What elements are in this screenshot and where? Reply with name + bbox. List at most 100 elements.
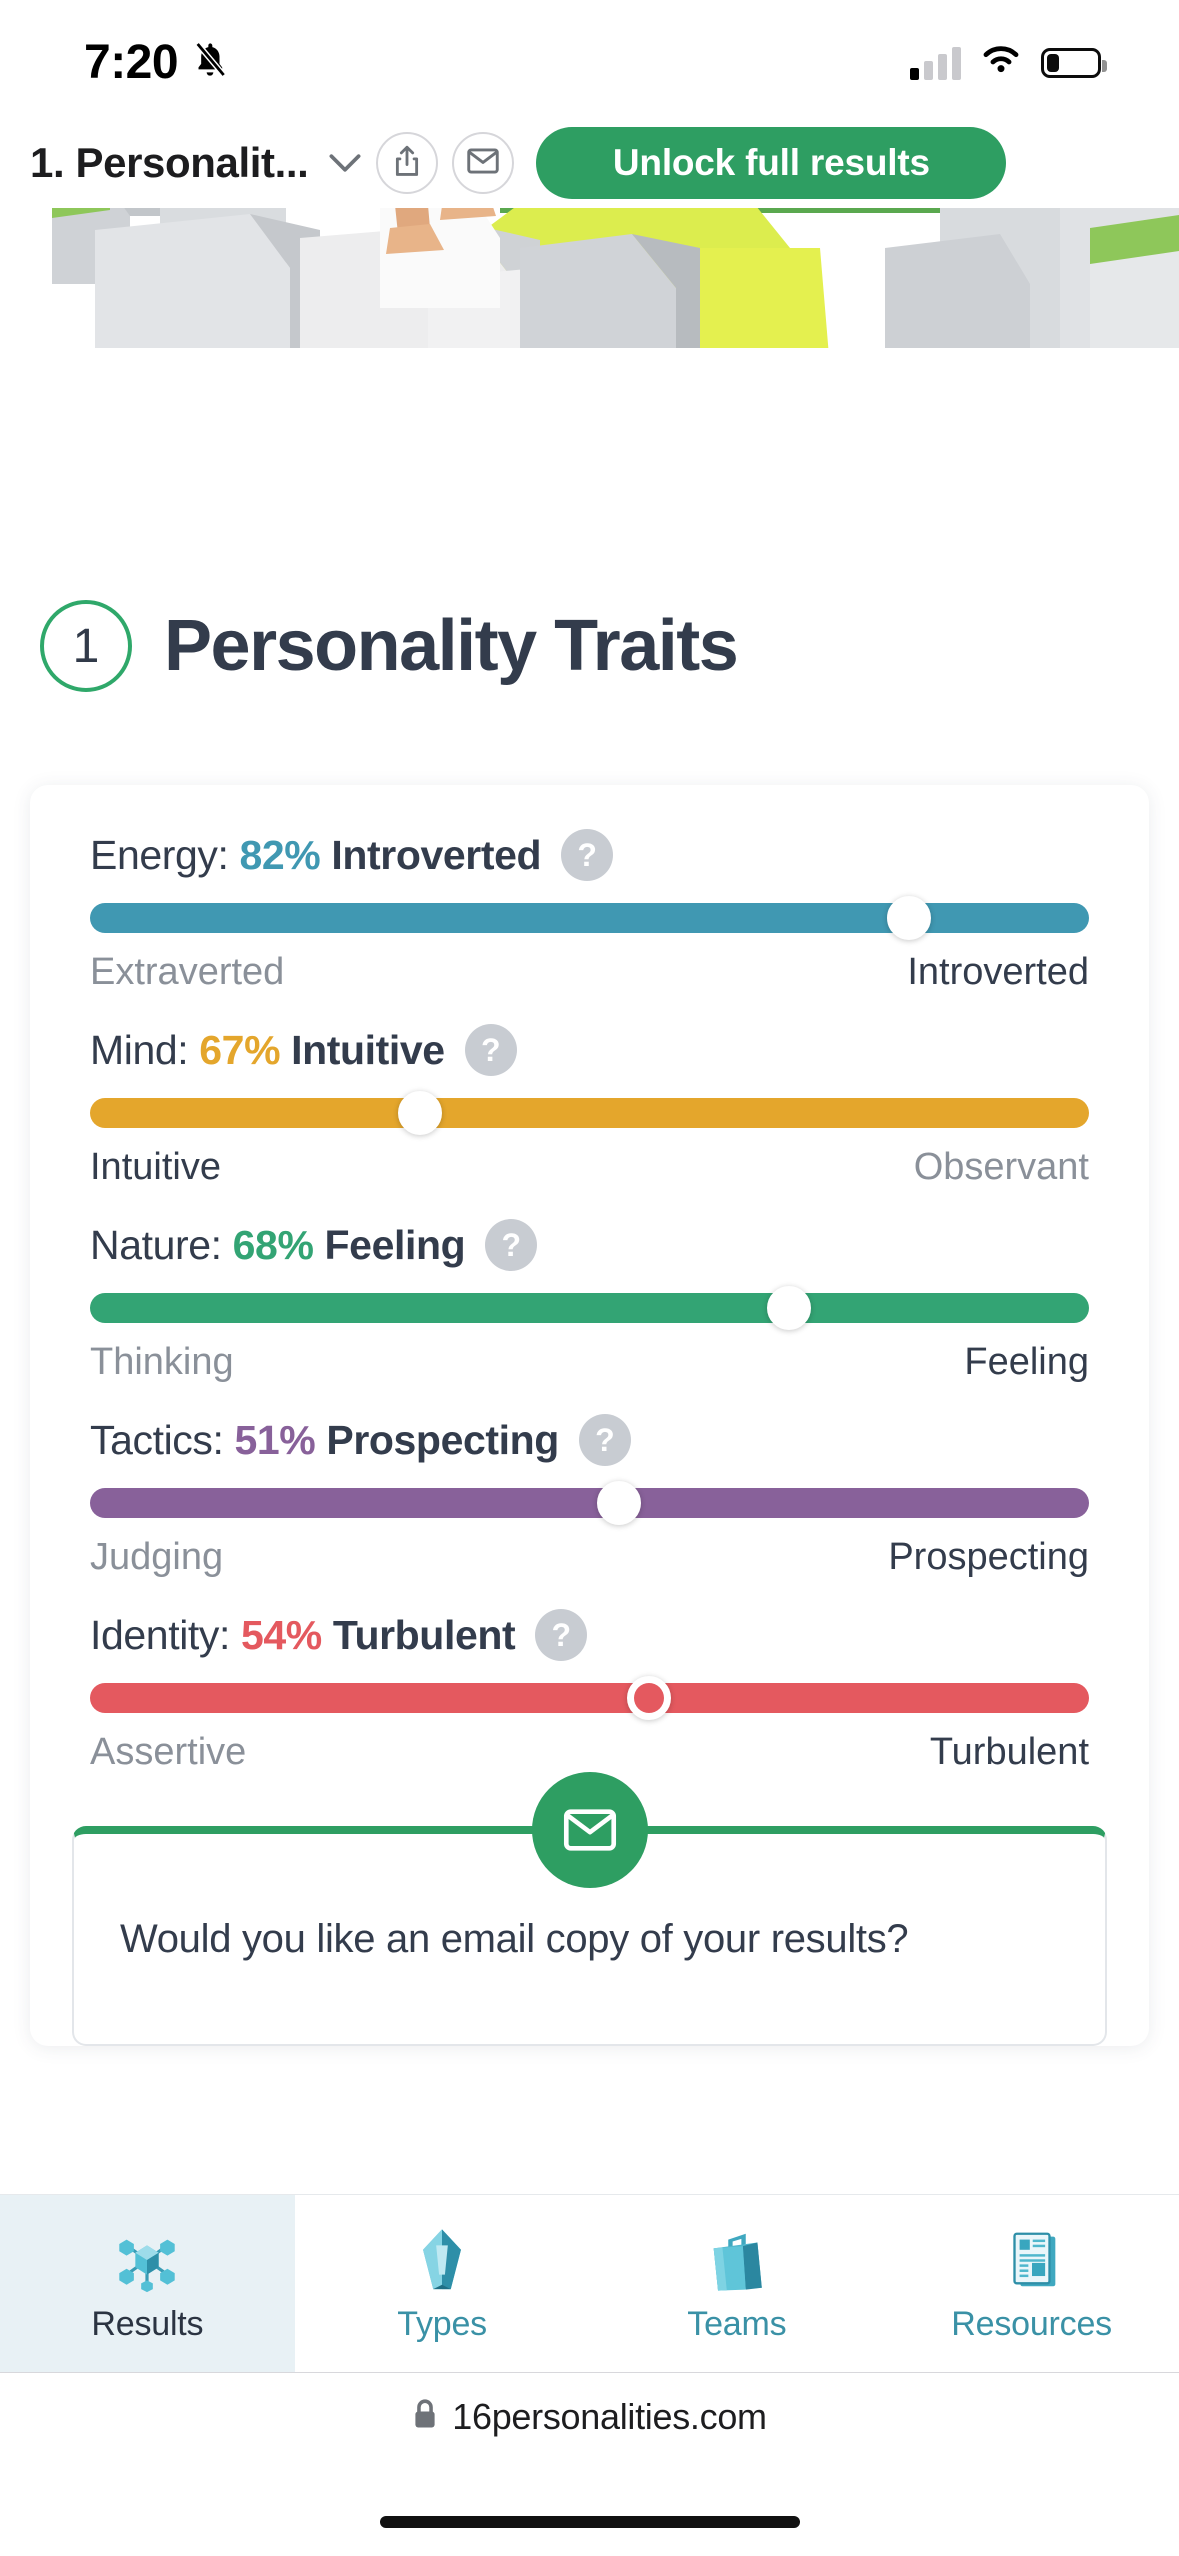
trait-row-energy: Energy: 82% Introverted ? Extraverted In… [90, 829, 1089, 994]
trait-header: Nature: 68% Feeling ? [90, 1219, 1089, 1271]
unlock-full-results-button[interactable]: Unlock full results [536, 127, 1007, 199]
page-title-row: 1 Personality Traits [40, 600, 1139, 692]
tab-types[interactable]: Types [295, 2195, 590, 2372]
status-bar-right [910, 43, 1107, 82]
pole-label-right: Prospecting [888, 1536, 1089, 1578]
help-icon[interactable]: ? [535, 1609, 588, 1661]
slider-thumb[interactable] [767, 1286, 812, 1330]
pole-label-right: Feeling [964, 1341, 1089, 1383]
trait-percent: 68% [232, 1221, 314, 1268]
slider-thumb[interactable] [887, 896, 932, 940]
trait-pole-labels: Assertive Turbulent [90, 1731, 1089, 1774]
chevron-down-icon[interactable] [328, 146, 362, 180]
trait-percent: 51% [234, 1416, 316, 1463]
envelope-icon [467, 147, 500, 180]
trait-pole-labels: Intuitive Observant [90, 1146, 1089, 1189]
trait-pole-labels: Judging Prospecting [90, 1536, 1089, 1579]
trait-header: Energy: 82% Introverted ? [90, 829, 1089, 881]
slider-thumb[interactable] [627, 1676, 672, 1720]
documents-icon [995, 2223, 1069, 2297]
trait-row-mind: Mind: 67% Intuitive ? Intuitive Observan… [90, 1024, 1089, 1189]
tab-teams[interactable]: Teams [590, 2195, 885, 2372]
pole-label-left: Judging [90, 1536, 224, 1578]
trait-percent: 54% [240, 1611, 322, 1658]
page-tab-title[interactable]: 1. Personalit... [30, 139, 309, 187]
trait-percent: 67% [199, 1026, 281, 1073]
slider-track [90, 1488, 1089, 1518]
slider-track [90, 1098, 1089, 1128]
email-copy-card: Would you like an email copy of your res… [72, 1772, 1107, 2046]
trait-slider-nature[interactable] [90, 1286, 1089, 1330]
pole-label-left: Extraverted [90, 951, 285, 993]
help-icon[interactable]: ? [464, 1024, 517, 1076]
tab-label: Teams [687, 2305, 787, 2343]
pole-label-right: Turbulent [929, 1731, 1089, 1773]
status-time: 7:20 [84, 36, 179, 89]
mail-button[interactable] [452, 132, 515, 194]
browser-url-bar[interactable]: 16personalities.com [0, 2372, 1179, 2460]
help-icon[interactable]: ? [561, 829, 614, 881]
wifi-icon [979, 43, 1023, 82]
section-number-badge: 1 [40, 600, 132, 692]
pole-label-left: Assertive [90, 1731, 247, 1773]
trait-pole: Feeling [324, 1221, 466, 1268]
trait-header: Mind: 67% Intuitive ? [90, 1024, 1089, 1076]
trait-pole: Intuitive [291, 1026, 445, 1073]
personality-traits-card: Energy: 82% Introverted ? Extraverted In… [30, 785, 1149, 2046]
trait-title-mind: Mind: 67% Intuitive [90, 1026, 445, 1073]
trait-slider-identity[interactable] [90, 1676, 1089, 1720]
pole-label-right: Observant [913, 1146, 1089, 1188]
trait-header: Identity: 54% Turbulent ? [90, 1609, 1089, 1661]
molecule-icon [110, 2223, 184, 2297]
share-icon [392, 144, 422, 183]
trait-pole-labels: Thinking Feeling [90, 1341, 1089, 1384]
trait-pole: Turbulent [332, 1611, 516, 1658]
trait-slider-mind[interactable] [90, 1091, 1089, 1135]
status-bar-left: 7:20 [84, 35, 230, 90]
slider-thumb[interactable] [397, 1091, 442, 1135]
cellular-signal-icon [910, 46, 961, 80]
lock-icon [412, 2398, 438, 2435]
trait-slider-energy[interactable] [90, 896, 1089, 940]
help-icon[interactable]: ? [485, 1219, 538, 1271]
trait-header: Tactics: 51% Prospecting ? [90, 1414, 1089, 1466]
bell-slash-icon [190, 39, 230, 86]
hero-artwork [0, 208, 1179, 348]
share-button[interactable] [376, 132, 439, 194]
tab-resources[interactable]: Resources [884, 2195, 1179, 2372]
briefcase-icon [700, 2223, 774, 2297]
battery-low-icon [1041, 47, 1107, 78]
trait-pole-labels: Extraverted Introverted [90, 951, 1089, 994]
tab-results[interactable]: Results [0, 2195, 295, 2372]
pole-label-right: Introverted [907, 951, 1089, 993]
trait-row-identity: Identity: 54% Turbulent ? Assertive Turb… [90, 1609, 1089, 1774]
slider-thumb[interactable] [597, 1481, 642, 1525]
trait-percent: 82% [239, 831, 321, 878]
tab-label: Resources [951, 2305, 1112, 2343]
trait-title-identity: Identity: 54% Turbulent [90, 1611, 516, 1658]
trait-title-nature: Nature: 68% Feeling [90, 1221, 466, 1268]
trait-row-tactics: Tactics: 51% Prospecting ? Judging Prosp… [90, 1414, 1089, 1579]
crystal-icon [405, 2223, 479, 2297]
slider-track [90, 1683, 1089, 1713]
pole-label-left: Intuitive [90, 1146, 221, 1188]
status-bar: 7:20 [0, 0, 1179, 125]
help-icon[interactable]: ? [578, 1414, 631, 1466]
tab-label: Types [397, 2305, 487, 2343]
browser-app-bar: 1. Personalit... Unlock full results [0, 118, 1179, 208]
page-title: Personality Traits [164, 606, 739, 686]
envelope-icon [531, 1772, 648, 1888]
email-question-text: Would you like an email copy of your res… [120, 1917, 909, 1961]
home-indicator [379, 2516, 800, 2528]
hero-illustration [0, 208, 1179, 348]
bottom-tab-bar: Results Types Teams Resources [0, 2194, 1179, 2372]
slider-track [90, 903, 1089, 933]
trait-slider-tactics[interactable] [90, 1481, 1089, 1525]
trait-pole: Prospecting [326, 1416, 559, 1463]
slider-track [90, 1293, 1089, 1323]
pole-label-left: Thinking [90, 1341, 234, 1383]
phone-screen: 7:20 1. Personalit... Unlock full result… [0, 0, 1179, 2556]
url-text: 16personalities.com [452, 2395, 767, 2437]
tab-label: Results [91, 2305, 204, 2343]
trait-title-tactics: Tactics: 51% Prospecting [90, 1416, 559, 1463]
